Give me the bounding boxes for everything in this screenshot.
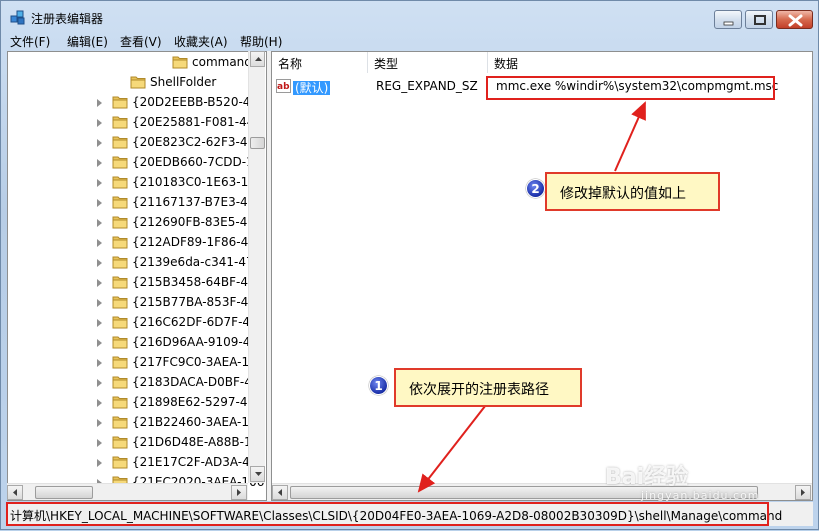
step-1-badge: 1 (369, 376, 388, 395)
step-1-text: 依次展开的注册表路径 (409, 382, 549, 398)
watermark-url: jingyan.baidu.com (641, 489, 760, 502)
step-1-callout: 依次展开的注册表路径 (394, 368, 582, 407)
step-2-text: 修改掉默认的值如上 (560, 186, 686, 202)
registry-editor-window: 注册表编辑器 文件(F) 编辑(E) 查看(V) 收藏夹(A) 帮助(H) co… (0, 0, 819, 530)
watermark-brand: Bai经验 (605, 465, 689, 490)
baidu-watermark: Bai经验 jingyan.baidu.com (605, 459, 760, 502)
annotation-arrows (417, 101, 646, 493)
step-2-callout: 修改掉默认的值如上 (545, 172, 720, 211)
step-2-badge: 2 (526, 179, 545, 198)
